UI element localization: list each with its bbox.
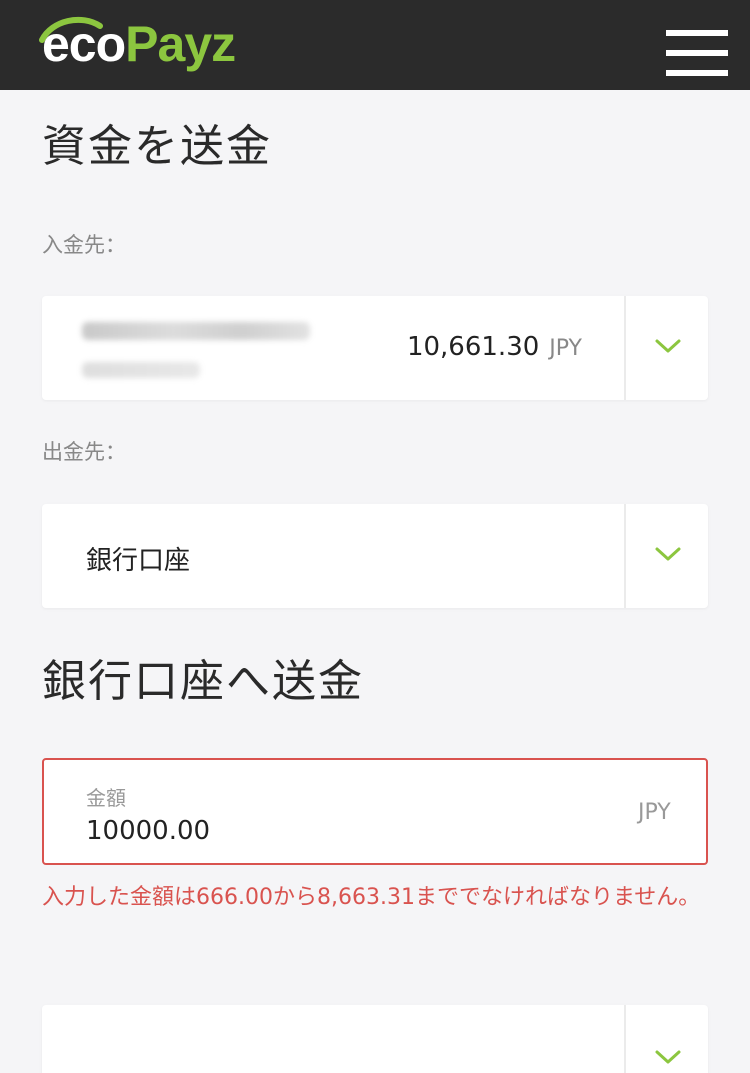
- selected-bank-account: 銀行口座: [86, 546, 191, 576]
- hamburger-menu-icon[interactable]: [666, 30, 728, 76]
- amount-currency: JPY: [638, 800, 671, 825]
- to-account-select[interactable]: 銀行口座: [42, 504, 708, 608]
- to-account-label: 出金先：: [42, 440, 126, 464]
- amount-label: 金額: [86, 786, 126, 810]
- select-divider: [624, 296, 626, 400]
- balance-currency: JPY: [549, 336, 582, 361]
- chevron-down-icon[interactable]: [654, 1047, 682, 1067]
- menu-bar: [666, 30, 728, 36]
- menu-bar: [666, 50, 728, 56]
- chevron-down-icon[interactable]: [654, 544, 682, 564]
- menu-bar: [666, 70, 728, 76]
- logo-text-payz: Payz: [125, 16, 236, 72]
- logo-text-eco: eco: [42, 16, 126, 72]
- chevron-down-icon[interactable]: [654, 336, 682, 356]
- balance-amount: 10,661.30: [406, 332, 540, 362]
- ecopayz-logo[interactable]: eco Payz: [39, 14, 236, 74]
- from-account-select[interactable]: 10,661.30 JPY: [42, 296, 708, 400]
- page-title: 資金を送金: [42, 121, 272, 172]
- select-divider: [624, 504, 626, 608]
- amount-value[interactable]: 10000.00: [86, 816, 210, 846]
- select-divider: [624, 1005, 626, 1073]
- amount-error-message: 入力した金額は666.00から8,663.31まででなければなりません。: [42, 885, 701, 910]
- from-account-label: 入金先：: [42, 233, 126, 257]
- amount-input[interactable]: 金額 10000.00 JPY: [42, 758, 708, 865]
- next-select[interactable]: [42, 1005, 708, 1073]
- bank-transfer-title: 銀行口座へ送金: [42, 656, 364, 707]
- top-bar: eco Payz: [0, 0, 750, 90]
- account-balance: 10,661.30 JPY: [407, 332, 582, 362]
- masked-account-sub: [82, 362, 200, 378]
- masked-account-id: [82, 322, 310, 340]
